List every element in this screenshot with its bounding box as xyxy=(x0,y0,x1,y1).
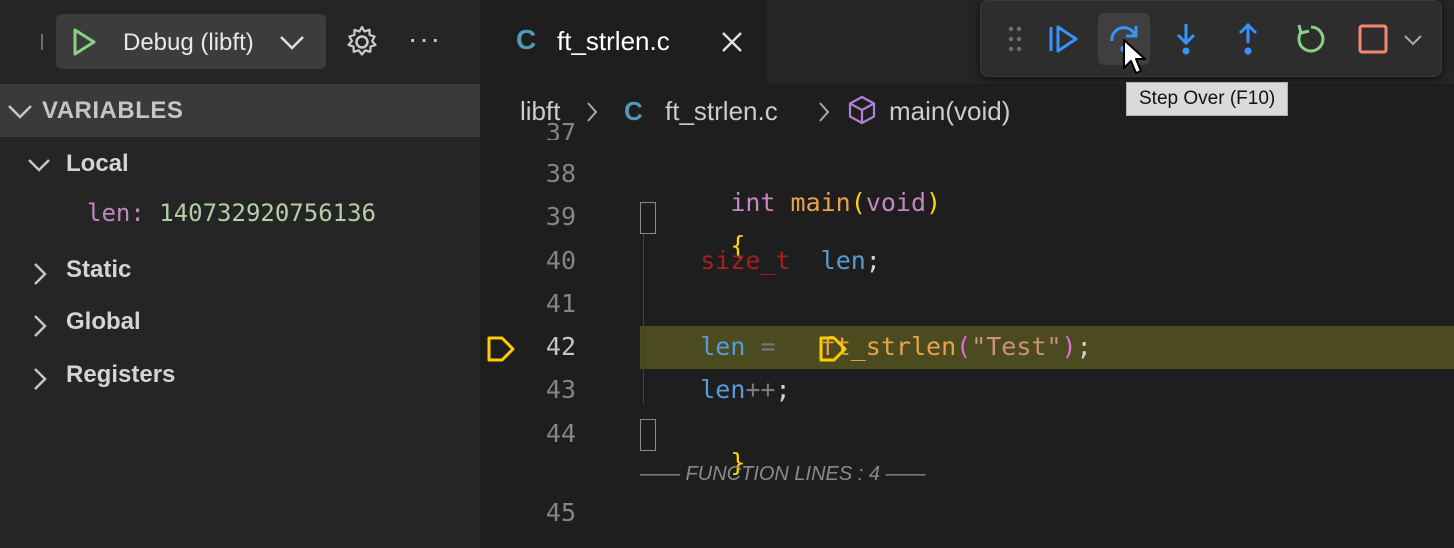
chevron-down-icon xyxy=(6,100,34,127)
breadcrumb-file[interactable]: ft_strlen.c xyxy=(665,96,778,127)
code-editor[interactable]: 37 38 39 40 41 42 43 44 45 int main(void… xyxy=(480,118,1454,548)
close-icon[interactable] xyxy=(720,30,744,59)
more-actions-icon[interactable]: ··· xyxy=(408,25,442,53)
line-number: 42 xyxy=(545,332,576,361)
tree-item-label: Local xyxy=(66,150,129,177)
breadcrumb-symbol[interactable]: main(void) xyxy=(889,96,1010,127)
chevron-right-icon xyxy=(30,261,50,292)
divider xyxy=(41,34,43,50)
variable-entry[interactable]: len: 140732920756136 xyxy=(87,199,376,227)
gear-icon[interactable] xyxy=(344,24,380,65)
method-cube-icon xyxy=(846,94,878,133)
tree-item-label: Global xyxy=(66,308,141,335)
step-over-tooltip: Step Over (F10) xyxy=(1126,82,1289,116)
debug-config-select[interactable]: Debug (libft) xyxy=(56,14,326,69)
line-number: 37 xyxy=(545,118,576,140)
chevron-right-icon xyxy=(584,100,600,129)
inline-breakpoint-icon[interactable] xyxy=(818,334,848,369)
chevron-down-icon xyxy=(26,155,52,180)
line-number: 40 xyxy=(545,246,576,275)
tree-item-static[interactable]: Static xyxy=(0,250,480,290)
debug-toolbar xyxy=(980,0,1442,77)
variables-title: VARIABLES xyxy=(42,97,184,124)
restart-icon xyxy=(1297,24,1325,53)
drag-handle-icon[interactable] xyxy=(1007,25,1023,58)
step-out-button[interactable] xyxy=(1222,13,1274,65)
code-line-43: len++; xyxy=(700,375,791,404)
chevron-right-icon xyxy=(30,366,50,397)
chevron-down-icon[interactable] xyxy=(278,30,306,59)
step-out-icon xyxy=(1238,22,1258,55)
continue-button[interactable] xyxy=(1037,13,1089,65)
tree-item-label: Static xyxy=(66,256,132,283)
stop-icon xyxy=(1358,24,1388,54)
tab-ft-strlen[interactable]: C ft_strlen.c xyxy=(480,0,767,84)
line-number: 38 xyxy=(545,159,576,188)
start-debugging-icon[interactable] xyxy=(70,27,98,62)
line-number: 44 xyxy=(545,419,576,448)
breadcrumb: libft C ft_strlen.c main(void) xyxy=(480,84,1454,138)
debug-config-label: Debug (libft) xyxy=(123,29,254,56)
step-into-icon xyxy=(1176,24,1196,55)
mouse-pointer-icon xyxy=(1122,38,1148,81)
debug-sidebar: Debug (libft) ··· VARIABLES Local len: 1… xyxy=(0,0,480,548)
line-number: 43 xyxy=(545,375,576,404)
line-number: 39 xyxy=(545,202,576,231)
continue-icon xyxy=(1049,25,1078,53)
code-line-40: size_t len; xyxy=(700,246,881,275)
tree-item-local[interactable]: Local xyxy=(0,144,480,184)
tree-item-label: Registers xyxy=(66,361,176,388)
function-lines-annotation: —— FUNCTION LINES : 4 —— xyxy=(640,463,926,485)
code-line-42: len = ft_strlen("Test"); xyxy=(700,332,1092,361)
debug-header: Debug (libft) ··· xyxy=(0,0,480,84)
variables-section-header[interactable]: VARIABLES xyxy=(0,84,480,137)
stop-button[interactable] xyxy=(1347,13,1399,65)
tab-label: ft_strlen.c xyxy=(557,26,670,56)
chevron-down-icon[interactable] xyxy=(1402,31,1424,54)
c-file-icon: C xyxy=(516,24,537,55)
chevron-right-icon xyxy=(816,100,832,129)
step-into-button[interactable] xyxy=(1160,13,1212,65)
c-file-icon: C xyxy=(624,96,643,126)
editor-area: C ft_strlen.c libft C ft_strlen.c main(v… xyxy=(480,0,1454,548)
execution-pointer-icon xyxy=(486,334,516,369)
chevron-right-icon xyxy=(30,313,50,344)
tree-item-global[interactable]: Global xyxy=(0,302,480,342)
line-number: 45 xyxy=(545,498,576,527)
restart-button[interactable] xyxy=(1285,13,1337,65)
tree-item-registers[interactable]: Registers xyxy=(0,355,480,395)
variable-name: len: xyxy=(87,199,145,227)
line-number: 41 xyxy=(545,289,576,318)
variable-value: 140732920756136 xyxy=(159,199,376,227)
